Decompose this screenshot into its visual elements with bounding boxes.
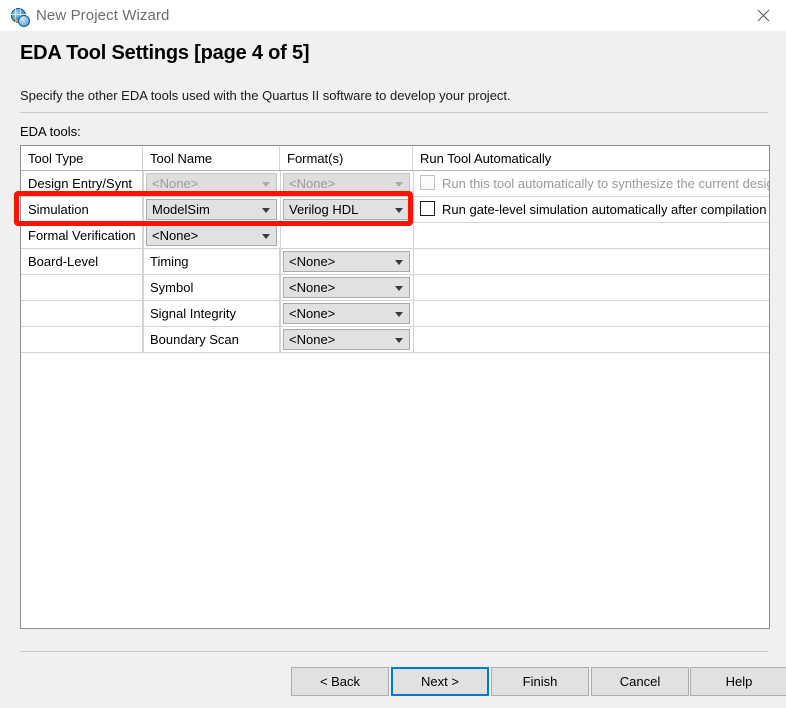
chevron-down-icon <box>262 207 270 213</box>
cancel-button[interactable]: Cancel <box>591 667 689 696</box>
tool-name-value: <None> <box>152 176 199 191</box>
next-button[interactable]: Next > <box>391 667 489 696</box>
format-value: <None> <box>289 306 336 321</box>
cell-tool-name: Timing <box>143 249 280 274</box>
run-gate-level-simulation-checkbox[interactable] <box>420 201 435 216</box>
table-row-board-level-signal-integrity: Signal Integrity <None> <box>21 301 769 327</box>
chevron-down-icon <box>395 337 403 343</box>
tool-name-value: <None> <box>152 228 199 243</box>
table-empty-area <box>21 353 769 628</box>
chevron-down-icon <box>395 181 403 187</box>
cell-tool-type: Simulation <box>21 197 143 222</box>
quartus-globe-magnifier-icon <box>10 7 30 27</box>
format-dropdown-board-level-signal-integrity[interactable]: <None> <box>283 303 410 324</box>
cell-tool-type <box>21 275 143 300</box>
column-header-tool-name: Tool Name <box>143 146 280 170</box>
tool-name-dropdown-design-entry[interactable]: <None> <box>146 173 277 194</box>
chevron-down-icon <box>395 285 403 291</box>
format-dropdown-board-level-timing[interactable]: <None> <box>283 251 410 272</box>
table-row-board-level-boundary-scan: Boundary Scan <None> <box>21 327 769 353</box>
format-value: <None> <box>289 280 336 295</box>
dialog-button-bar: < Back Next > Finish Cancel Help <box>0 667 786 697</box>
table-row-board-level-symbol: Symbol <None> <box>21 275 769 301</box>
header-divider <box>20 112 768 113</box>
format-dropdown-board-level-symbol[interactable]: <None> <box>283 277 410 298</box>
format-value: <None> <box>289 176 336 191</box>
format-dropdown-simulation[interactable]: Verilog HDL <box>283 199 410 220</box>
column-header-formats: Format(s) <box>280 146 413 170</box>
back-button[interactable]: < Back <box>291 667 389 696</box>
cell-tool-name: Symbol <box>143 275 280 300</box>
page-title: EDA Tool Settings [page 4 of 5] <box>20 42 310 64</box>
cell-tool-type <box>21 301 143 326</box>
chevron-down-icon <box>395 311 403 317</box>
tool-name-value: ModelSim <box>152 202 210 217</box>
window-title: New Project Wizard <box>36 7 170 24</box>
finish-button[interactable]: Finish <box>491 667 589 696</box>
chevron-down-icon <box>395 259 403 265</box>
chevron-down-icon <box>262 233 270 239</box>
chevron-down-icon <box>262 181 270 187</box>
table-row-board-level-timing: Board-Level Timing <None> <box>21 249 769 275</box>
page-description: Specify the other EDA tools used with th… <box>20 88 511 103</box>
format-value: <None> <box>289 332 336 347</box>
cell-tool-name: Boundary Scan <box>143 327 280 352</box>
cell-tool-type: Design Entry/Synt <box>21 171 143 196</box>
chevron-down-icon <box>395 207 403 213</box>
run-tool-automatically-label-design-entry: Run this tool automatically to synthesiz… <box>442 176 770 191</box>
tool-name-dropdown-simulation[interactable]: ModelSim <box>146 199 277 220</box>
format-dropdown-board-level-boundary-scan[interactable]: <None> <box>283 329 410 350</box>
column-header-tool-type: Tool Type <box>21 146 143 170</box>
close-icon[interactable] <box>740 0 786 31</box>
format-dropdown-design-entry[interactable]: <None> <box>283 173 410 194</box>
run-tool-automatically-checkbox-design-entry[interactable] <box>420 175 435 190</box>
eda-tools-label: EDA tools: <box>20 124 81 139</box>
title-bar: New Project Wizard <box>0 0 786 31</box>
cell-tool-name: Signal Integrity <box>143 301 280 326</box>
tool-name-dropdown-formal-verification[interactable]: <None> <box>146 225 277 246</box>
table-header-row: Tool Type Tool Name Format(s) Run Tool A… <box>21 146 769 171</box>
cell-tool-type: Board-Level <box>21 249 143 274</box>
format-value: Verilog HDL <box>289 202 359 217</box>
format-value: <None> <box>289 254 336 269</box>
column-header-run-tool-automatically: Run Tool Automatically <box>420 150 552 166</box>
table-row-simulation: Simulation ModelSim Verilog HDL Run gate… <box>21 197 769 223</box>
footer-divider <box>20 651 768 652</box>
run-gate-level-simulation-label: Run gate-level simulation automatically … <box>442 202 767 217</box>
new-project-wizard-dialog: New Project Wizard EDA Tool Settings [pa… <box>0 0 786 708</box>
eda-tools-table: Tool Type Tool Name Format(s) Run Tool A… <box>20 145 770 629</box>
help-button[interactable]: Help <box>690 667 786 696</box>
cell-tool-type <box>21 327 143 352</box>
cell-tool-type: Formal Verification <box>21 223 143 248</box>
table-row-formal-verification: Formal Verification <None> <box>21 223 769 249</box>
table-row-design-entry: Design Entry/Synt <None> <None> Run this… <box>21 171 769 197</box>
